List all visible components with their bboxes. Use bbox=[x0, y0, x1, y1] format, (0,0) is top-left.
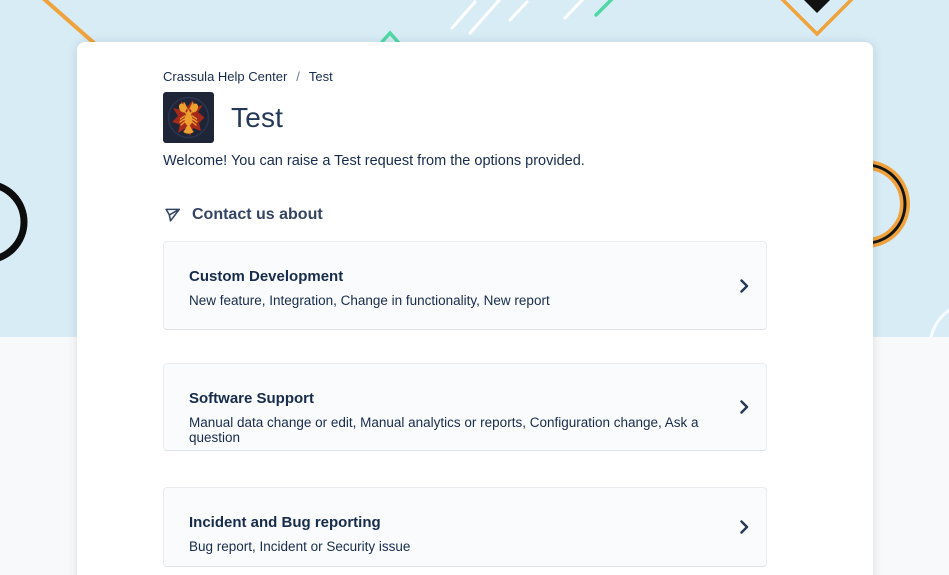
option-incident-bug-reporting[interactable]: Incident and Bug reporting Bug report, I… bbox=[163, 487, 767, 567]
chevron-right-icon bbox=[740, 520, 749, 534]
decor-black-circle bbox=[0, 184, 24, 260]
help-center-page: Crassula Help Center / Test bbox=[0, 0, 949, 575]
breadcrumb-help-center-link[interactable]: Crassula Help Center bbox=[163, 69, 287, 84]
breadcrumb: Crassula Help Center / Test bbox=[163, 69, 333, 84]
option-description: Bug report, Incident or Security issue bbox=[189, 539, 718, 554]
decor-black-diamond bbox=[799, 0, 835, 13]
chevron-right-icon bbox=[740, 279, 749, 293]
decor-white-circle bbox=[930, 302, 949, 337]
chevron-right-icon bbox=[740, 400, 749, 414]
contact-section-label: Contact us about bbox=[192, 206, 323, 224]
page-title: Test bbox=[231, 102, 283, 134]
lobster-splat-logo bbox=[163, 92, 214, 143]
decor-green-shapes bbox=[382, 0, 614, 42]
welcome-text: Welcome! You can raise a Test request fr… bbox=[163, 153, 585, 169]
portal-header: Test bbox=[163, 92, 283, 143]
decor-white-streaks bbox=[452, 0, 585, 33]
request-option-list: Custom Development New feature, Integrat… bbox=[163, 241, 767, 567]
main-card: Crassula Help Center / Test bbox=[77, 42, 873, 575]
option-custom-development[interactable]: Custom Development New feature, Integrat… bbox=[163, 241, 767, 330]
option-description: Manual data change or edit, Manual analy… bbox=[189, 415, 718, 445]
option-title: Custom Development bbox=[189, 268, 718, 285]
send-icon bbox=[163, 205, 182, 224]
option-software-support[interactable]: Software Support Manual data change or e… bbox=[163, 363, 767, 451]
breadcrumb-current: Test bbox=[309, 69, 333, 84]
breadcrumb-separator: / bbox=[296, 69, 300, 84]
contact-section-heading: Contact us about bbox=[163, 205, 323, 224]
option-title: Software Support bbox=[189, 390, 718, 407]
option-description: New feature, Integration, Change in func… bbox=[189, 293, 718, 308]
option-title: Incident and Bug reporting bbox=[189, 514, 718, 531]
